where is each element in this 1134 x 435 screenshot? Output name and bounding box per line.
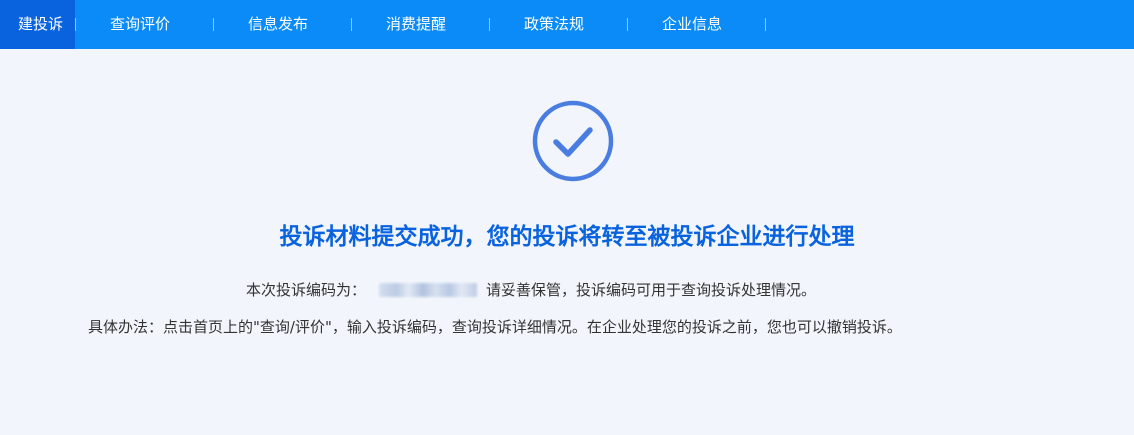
nav-item-query-review[interactable]: 查询评价 [110,0,170,49]
nav-item-consumer-alerts[interactable]: 消费提醒 [386,0,446,49]
nav-item-label: 信息发布 [248,15,309,33]
nav-separator [75,18,76,31]
nav-item-complaint-text: 投诉 [32,15,63,33]
nav-item-policies-regulations[interactable]: 政策法规 [524,0,584,49]
nav-item-label: 查询评价 [110,15,171,33]
complaint-code-value [379,283,478,297]
nav-separator [765,18,766,31]
nav-item-label: 政策法规 [524,15,585,33]
nav-item-company-info[interactable]: 企业信息 [662,0,722,49]
nav-separator [351,18,352,31]
instructions-text: 具体办法：点击首页上的"查询/评价"，输入投诉编码，查询投诉详细情况。在企业处理… [88,318,902,336]
nav-item-complaint-prefix: 建 [17,15,33,33]
nav-item-label: 企业信息 [662,15,723,33]
nav-item-complaint[interactable]: 建投诉 [0,0,75,49]
nav-separator [489,18,490,31]
nav-separator [627,18,628,31]
complaint-code-label: 本次投诉编码为： [246,281,367,299]
nav-item-label: 消费提醒 [386,15,447,33]
complaint-code-line: 本次投诉编码为： 请妥善保管，投诉编码可用于查询投诉处理情况。 [246,279,816,301]
success-headline: 投诉材料提交成功，您的投诉将转至被投诉企业进行处理 [279,224,855,250]
top-navigation-bar: 建投诉 查询评价 信息发布 消费提醒 政策法规 企业信息 [0,0,1134,49]
nav-item-complaint-label: 建投诉 [18,0,63,49]
nav-separator [213,18,214,31]
nav-item-info-release[interactable]: 信息发布 [248,0,308,49]
check-circle-icon [532,100,614,182]
complaint-code-note: 请妥善保管，投诉编码可用于查询投诉处理情况。 [486,281,817,299]
